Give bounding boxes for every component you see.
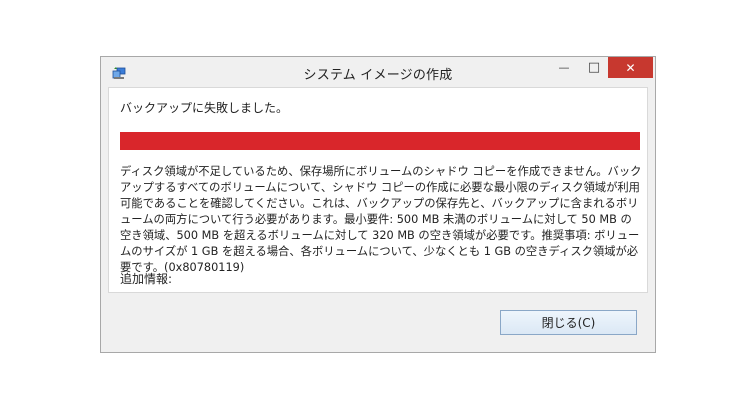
- minimize-button[interactable]: —: [551, 57, 577, 78]
- progress-fill: [120, 132, 640, 150]
- dialog-window: システム イメージの作成 — □ ✕ バックアップに失敗しました。 ディスク領域…: [100, 56, 656, 353]
- message-panel: バックアップに失敗しました。 ディスク領域が不足しているため、保存場所にボリュー…: [108, 87, 648, 293]
- close-window-button[interactable]: ✕: [608, 57, 653, 78]
- minimize-icon: —: [558, 61, 570, 74]
- error-heading: バックアップに失敗しました。: [120, 101, 289, 115]
- close-button[interactable]: 閉じる(C): [500, 310, 637, 335]
- maximize-icon: □: [587, 60, 601, 75]
- close-button-label: 閉じる(C): [541, 316, 596, 330]
- error-message: ディスク領域が不足しているため、保存場所にボリュームのシャドウ コピーを作成でき…: [120, 165, 642, 274]
- title-bar[interactable]: システム イメージの作成 — □ ✕: [101, 57, 655, 87]
- additional-info-label: 追加情報:: [120, 272, 173, 286]
- button-footer: 閉じる(C): [108, 293, 648, 347]
- close-icon: ✕: [625, 60, 636, 75]
- maximize-button[interactable]: □: [581, 57, 607, 78]
- progress-bar: [120, 132, 640, 150]
